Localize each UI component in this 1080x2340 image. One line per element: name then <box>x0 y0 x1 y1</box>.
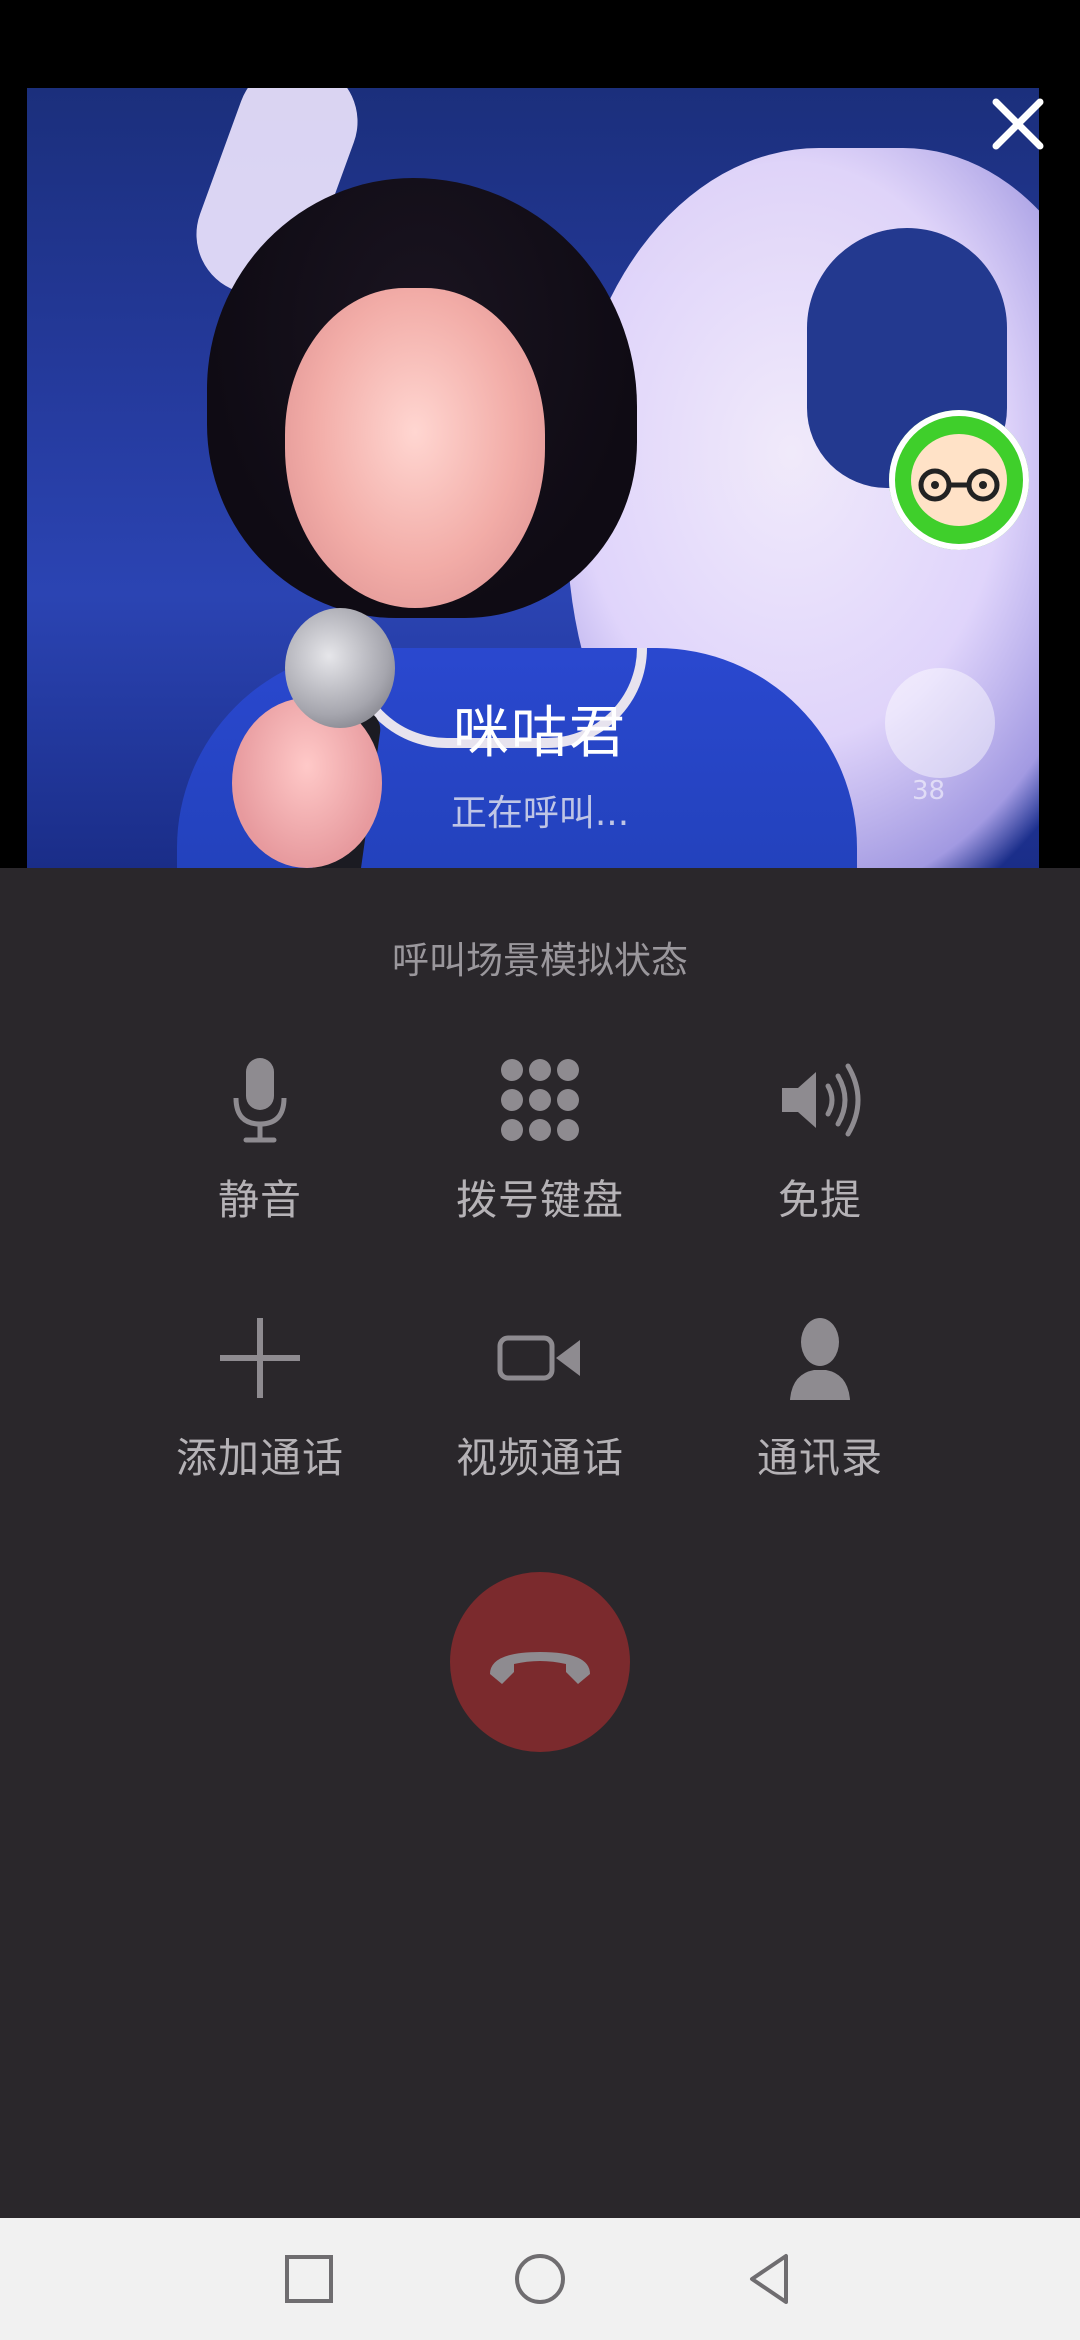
mute-label: 静音 <box>218 1176 302 1224</box>
plus-icon <box>220 1318 300 1398</box>
add-call-button[interactable]: 添加通话 <box>120 1308 400 1484</box>
speaker-icon <box>782 1063 861 1137</box>
mute-button[interactable]: 静音 <box>120 1050 400 1226</box>
glasses-icon <box>918 468 1000 502</box>
circle-icon[interactable] <box>507 2246 573 2312</box>
square-icon[interactable] <box>276 2246 342 2312</box>
person-face <box>285 288 545 608</box>
call-status: 正在呼叫... <box>450 793 630 834</box>
microphone-icon <box>233 1058 287 1143</box>
scene-label: 呼叫场景模拟状态 <box>392 939 688 982</box>
contacts-button[interactable]: 通讯录 <box>680 1308 960 1484</box>
close-icon[interactable] <box>986 92 1050 156</box>
speaker-button[interactable]: 免提 <box>680 1050 960 1226</box>
video-camera-icon <box>497 1335 580 1381</box>
speaker-label: 免提 <box>778 1176 862 1224</box>
video-call-button[interactable]: 视频通话 <box>400 1308 680 1484</box>
hangup-phone-icon <box>490 1652 590 1684</box>
call-screen: 38 咪咕君 正在呼叫... 呼叫场景模拟状态 静音 拨号键盘 免提 添加通话 … <box>0 0 1080 2340</box>
video-call-label: 视频通话 <box>456 1434 624 1482</box>
hangup-button[interactable] <box>450 1572 630 1752</box>
contacts-label: 通讯录 <box>757 1434 883 1482</box>
dialpad-icon <box>501 1059 579 1141</box>
dialpad-button[interactable]: 拨号键盘 <box>400 1050 680 1226</box>
add-call-label: 添加通话 <box>176 1434 344 1482</box>
system-navigation-bar <box>0 2218 1080 2340</box>
avatar-sticker <box>889 410 1029 550</box>
caller-name: 咪咕君 <box>453 701 627 766</box>
triangle-back-icon[interactable] <box>738 2246 804 2312</box>
person-icon <box>790 1318 850 1400</box>
dialpad-label: 拨号键盘 <box>456 1176 624 1224</box>
